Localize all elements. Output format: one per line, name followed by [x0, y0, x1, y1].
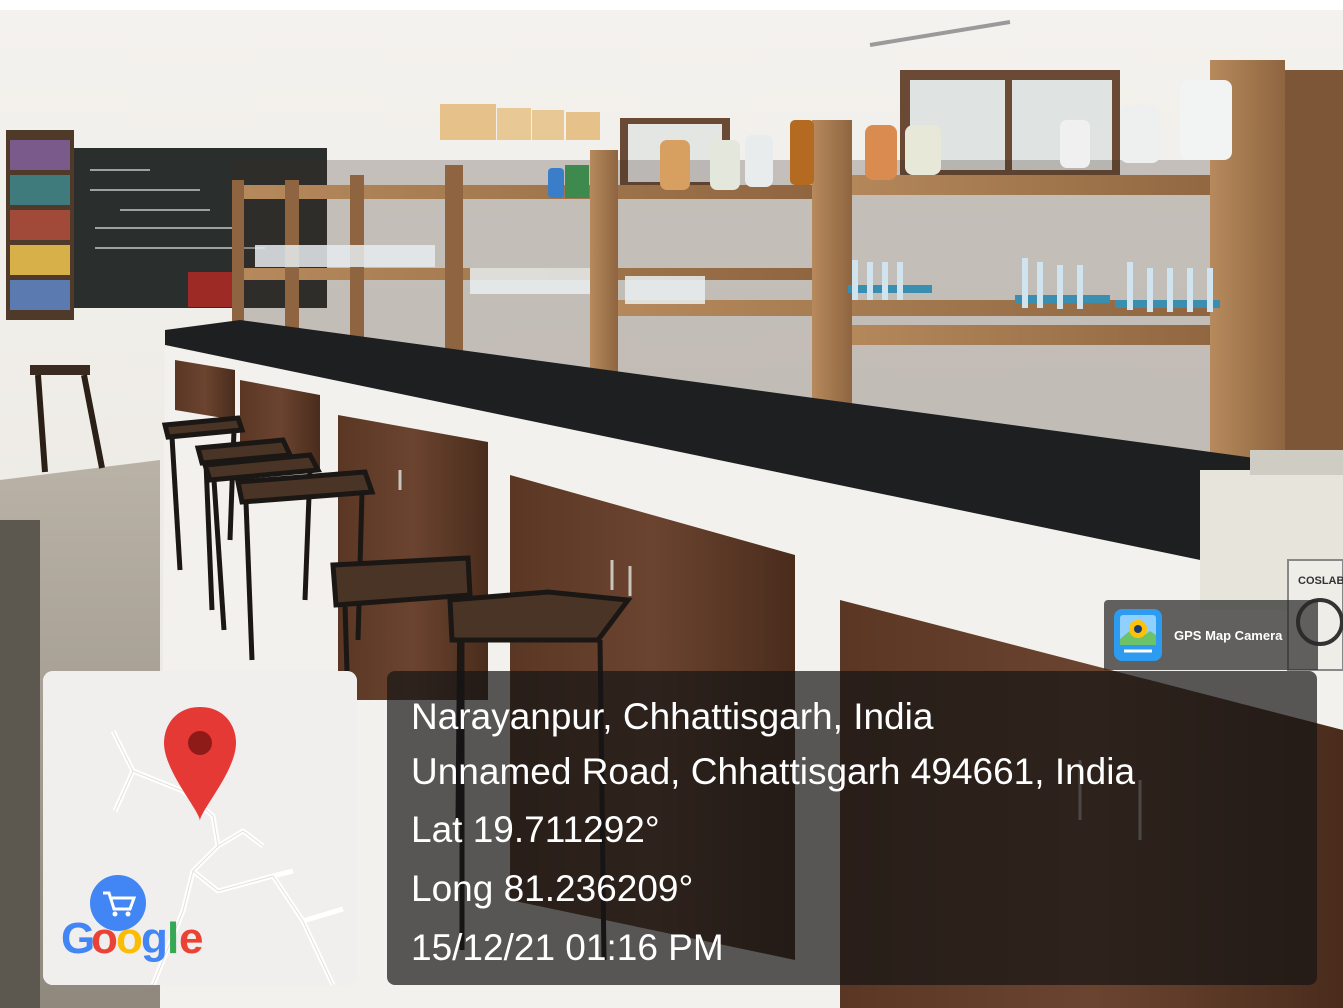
bench-label: COSLAB — [1298, 575, 1343, 587]
gps-map-camera-icon — [1114, 609, 1162, 661]
svg-text:o: o — [91, 914, 118, 963]
timestamp: 15/12/21 01:16 PM — [411, 927, 724, 968]
map-thumbnail: G o o g l e — [43, 671, 357, 985]
map-graphic: G o o g l e — [43, 671, 357, 985]
watermark-app-name: GPS Map Camera — [1174, 627, 1283, 643]
svg-text:l: l — [167, 914, 179, 963]
svg-text:o: o — [116, 914, 143, 963]
svg-text:e: e — [179, 914, 203, 963]
google-logo: G o o g l e — [61, 914, 203, 963]
svg-text:g: g — [141, 914, 168, 963]
street-address: Unnamed Road, Chhattisgarh 494661, India — [411, 751, 1136, 792]
location-info-panel: Narayanpur, Chhattisgarh, India Unnamed … — [387, 671, 1317, 985]
gps-map-camera-watermark: GPS Map Camera — [1104, 600, 1318, 670]
place-name: Narayanpur, Chhattisgarh, India — [411, 696, 934, 737]
latitude: Lat 19.711292° — [411, 809, 660, 850]
longitude: Long 81.236209° — [411, 868, 694, 909]
